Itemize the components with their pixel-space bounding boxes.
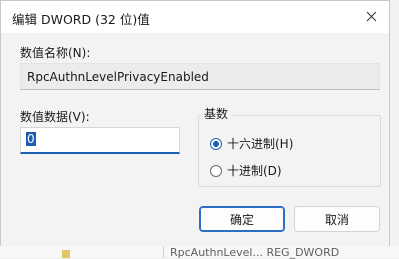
radio-decimal[interactable]: 十进制(D) [210,162,282,179]
dialog-titlebar: 编辑 DWORD (32 位)值 [1,1,389,33]
column-divider [163,246,164,258]
radio-checked-icon [210,137,222,150]
close-icon [366,11,376,21]
folder-icon [62,250,70,258]
ok-button[interactable]: 确定 [199,206,285,232]
background-window-edge [390,0,399,246]
radio-hexadecimal-label: 十六进制(H) [227,137,294,151]
background-registry-list: RpcAuthnLevel... REG_DWORD [0,246,399,259]
value-data-label: 数值数据(V): [20,110,90,124]
dialog-body: 数值名称(N): RpcAuthnLevelPrivacyEnabled 数值数… [1,33,389,246]
close-button[interactable] [359,5,383,27]
value-name-label: 数值名称(N): [20,46,91,60]
cancel-button[interactable]: 取消 [294,206,380,232]
radio-hexadecimal[interactable]: 十六进制(H) [210,135,293,152]
dialog-title: 编辑 DWORD (32 位)值 [12,12,150,27]
value-data-input[interactable]: 0 [20,127,180,154]
value-name-field: RpcAuthnLevelPrivacyEnabled [20,63,380,90]
registry-entry-partial[interactable]: RpcAuthnLevel... REG_DWORD [170,246,339,259]
base-label: 基数 [201,105,232,122]
edit-dword-dialog: 编辑 DWORD (32 位)值 数值名称(N): RpcAuthnLevelP… [0,0,390,246]
value-data-text: 0 [26,132,36,146]
radio-decimal-label: 十进制(D) [227,164,282,178]
radio-unchecked-icon [210,164,222,177]
